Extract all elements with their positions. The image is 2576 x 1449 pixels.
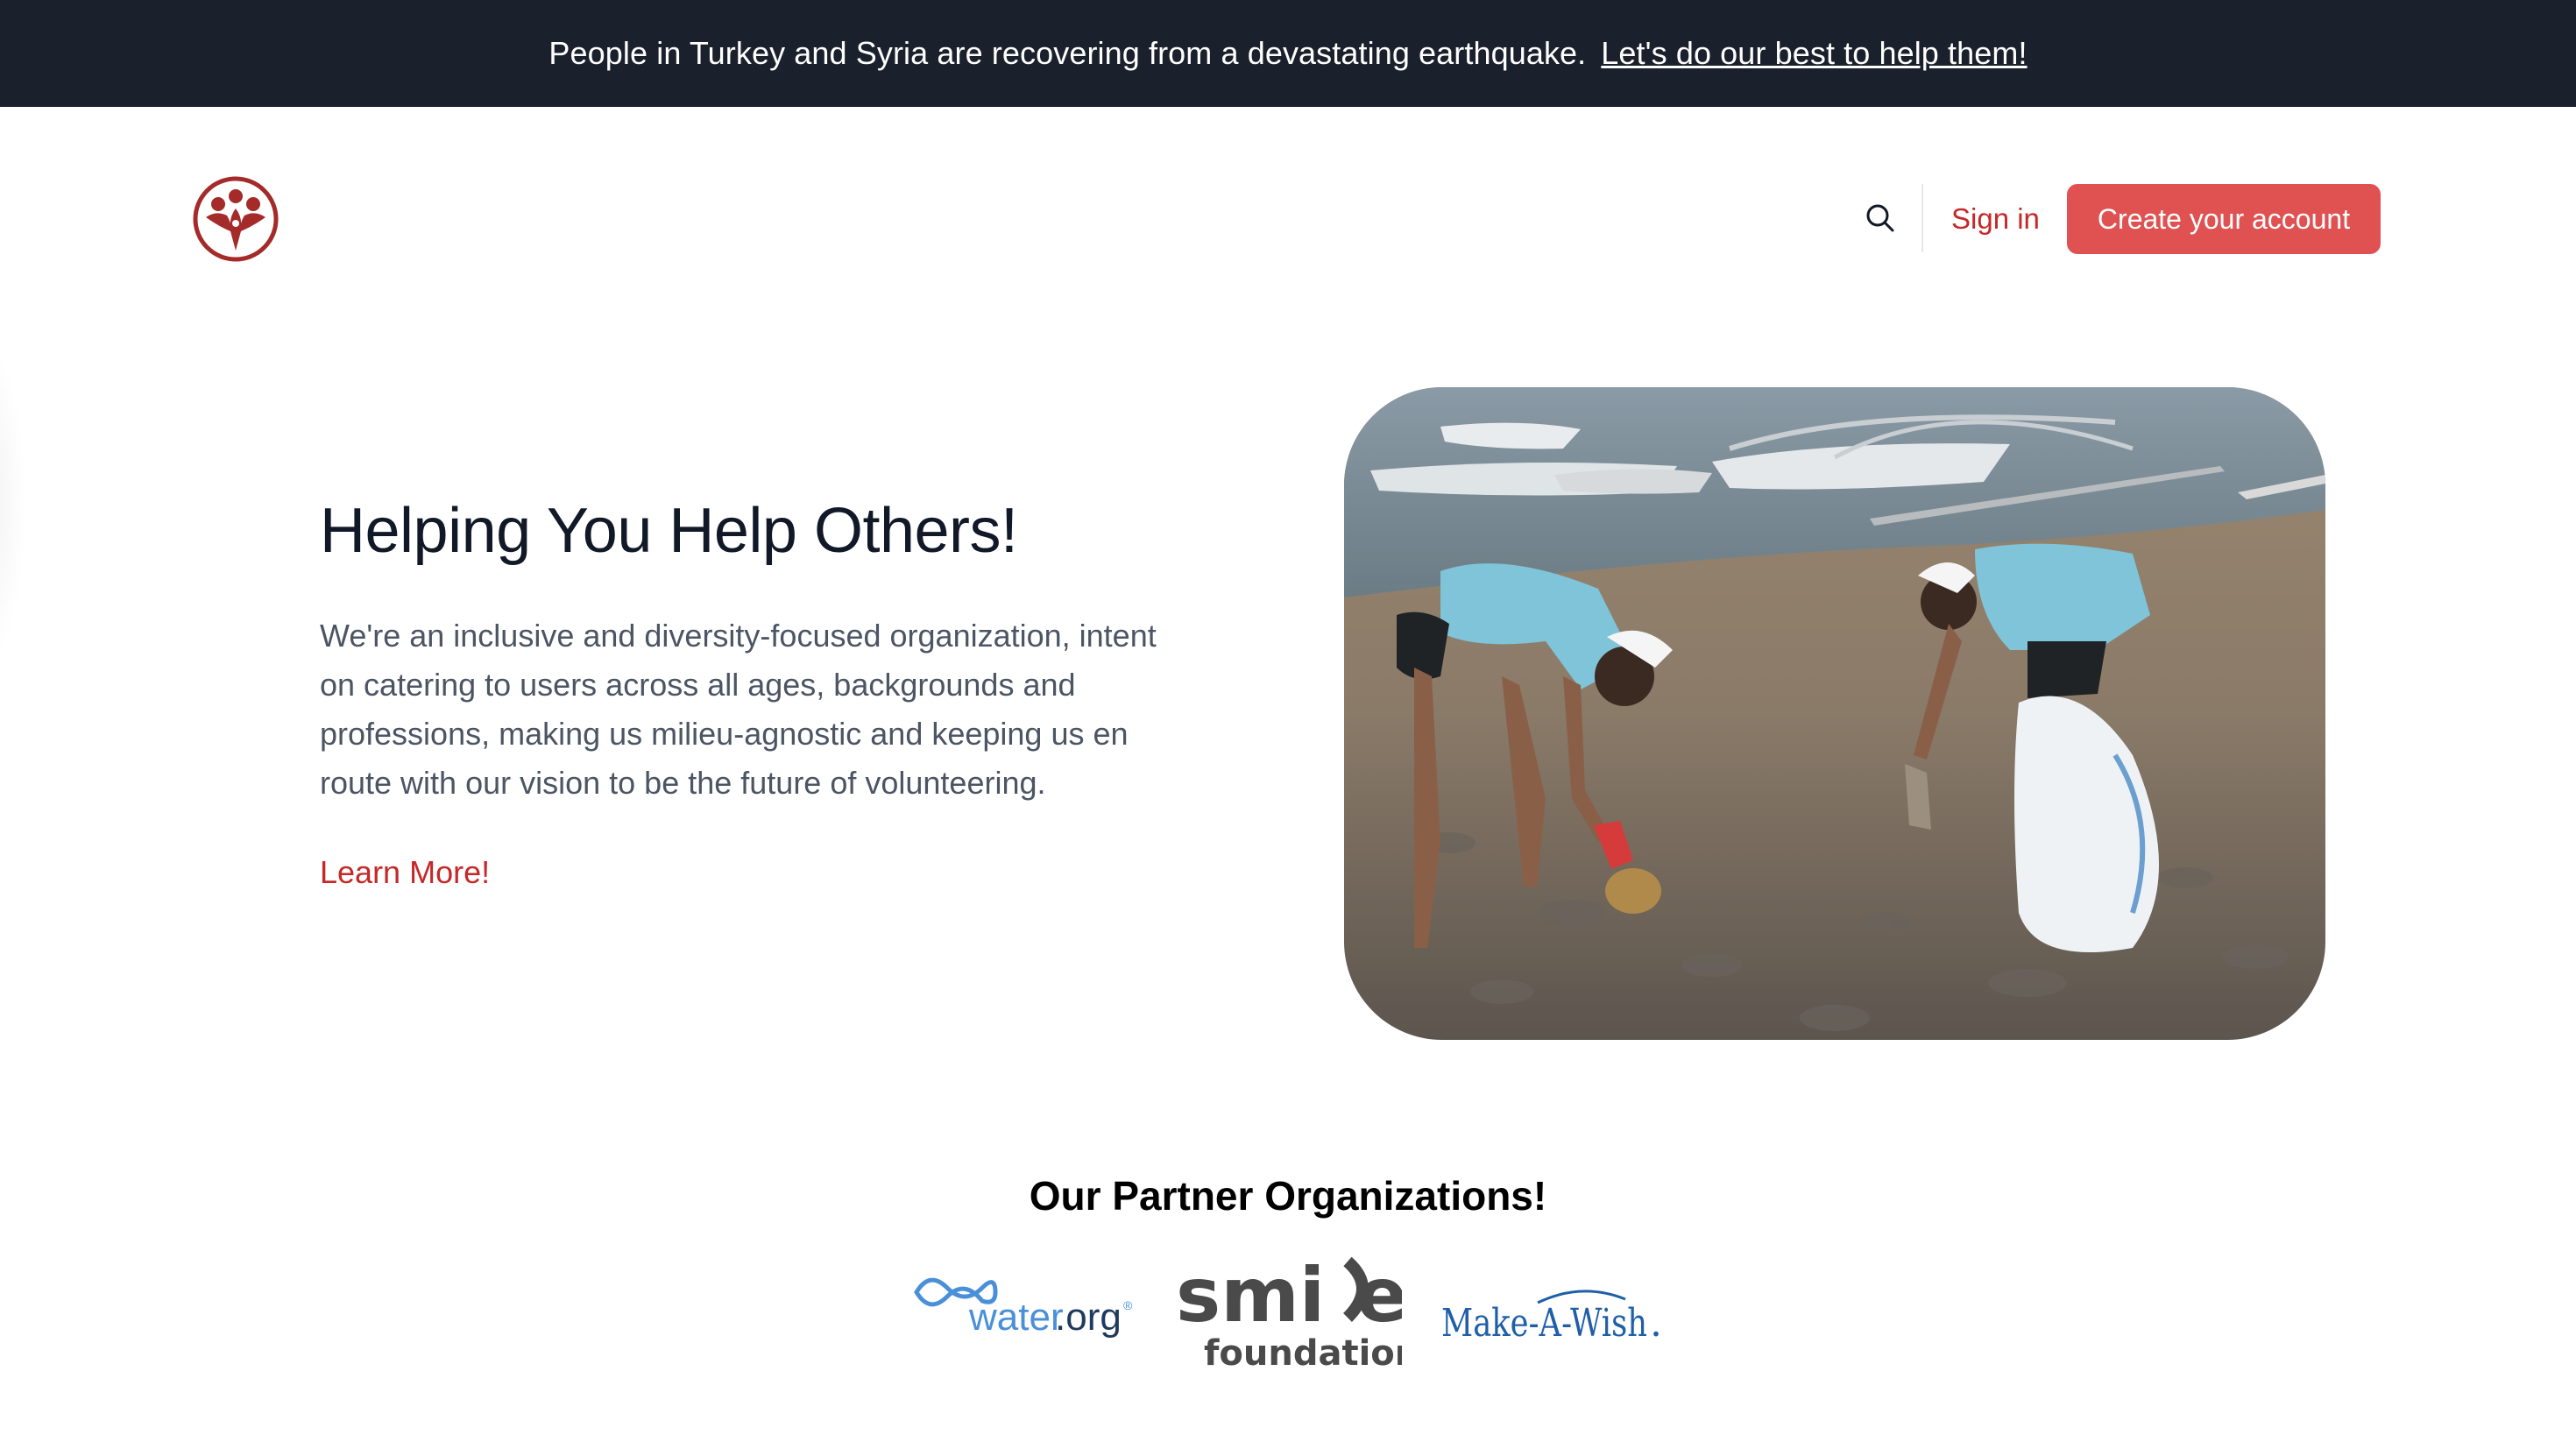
make-a-wish-text: Make-A-Wish <box>1441 1301 1647 1345</box>
hero-title: Helping You Help Others! <box>320 496 1018 566</box>
banner-message: People in Turkey and Syria are recoverin… <box>548 35 1587 71</box>
smile-main-text: smi <box>1176 1252 1325 1339</box>
water-org-logo[interactable]: water .org ® <box>908 1262 1136 1340</box>
people-hands-logo-icon[interactable] <box>192 175 280 263</box>
banner-help-link[interactable]: Let's do our best to help them! <box>1601 35 2027 72</box>
search-icon[interactable] <box>1862 200 1899 237</box>
water-org-suffix-text: .org <box>1055 1296 1122 1339</box>
smile-foundation-logo[interactable]: smi e foundation <box>1174 1251 1402 1374</box>
smile-tail-text: e <box>1356 1252 1402 1339</box>
hero-description: We're an inclusive and diversity-focused… <box>320 618 1157 801</box>
partners-title: Our Partner Organizations! <box>1029 1173 1547 1219</box>
water-org-registered-mark: ® <box>1123 1298 1133 1312</box>
volunteers-beach-photo <box>1344 387 2325 1040</box>
edge-shadow-decoration <box>0 342 26 666</box>
announcement-banner: People in Turkey and Syria are recoverin… <box>0 0 2576 107</box>
make-a-wish-logo[interactable]: Make-A-Wish . <box>1441 1283 1669 1345</box>
smile-foundation-text: foundation <box>1204 1333 1402 1374</box>
sign-in-link[interactable]: Sign in <box>1951 200 2040 238</box>
water-org-main-text: water <box>968 1296 1064 1339</box>
create-account-button[interactable]: Create your account <box>2067 184 2381 254</box>
make-a-wish-mark: . <box>1650 1301 1662 1345</box>
learn-more-link[interactable]: Learn More! <box>320 854 490 891</box>
header-divider <box>1921 184 1923 252</box>
